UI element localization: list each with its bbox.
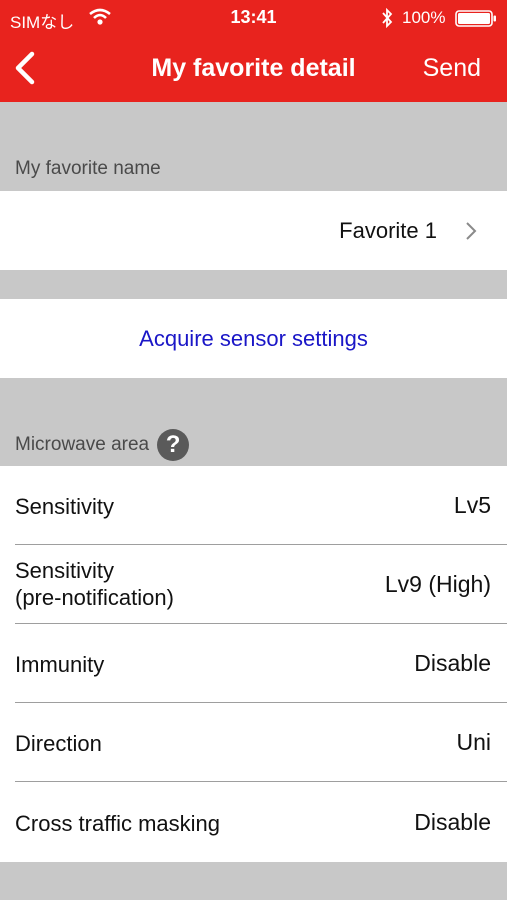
favorite-name-header-label: My favorite name [15,158,161,179]
help-icon[interactable]: ? [157,429,190,461]
microwave-area-text: Microwave area [15,434,150,456]
sensitivity-pre-value: Lv9 (High) [384,571,491,597]
immunity-label: Immunity [15,652,105,677]
battery-percent: 100% [402,8,446,27]
section-gap [0,270,507,299]
acquire-sensor-settings-link[interactable]: Acquire sensor settings [0,326,507,352]
direction-label: Direction [15,731,102,756]
immunity-row[interactable]: Immunity Disable [0,624,507,703]
microwave-area-label: Microwave area? [15,429,190,461]
immunity-value: Disable [414,650,491,676]
cross-traffic-masking-value: Disable [414,809,491,835]
navigation-bar: My favorite detail Send [0,36,507,102]
sensitivity-pre-notification-row[interactable]: Sensitivity (pre-notification) Lv9 (High… [0,545,507,624]
top-bar: SIMなし 13:41 100% My favorite detail Send [0,0,507,102]
sensitivity-value: Lv5 [453,492,491,518]
direction-value: Uni [456,729,491,755]
cross-traffic-masking-label: Cross traffic masking [15,811,220,836]
acquire-settings-cell[interactable]: Acquire sensor settings [0,299,507,378]
status-bar: SIMなし 13:41 100% [0,0,507,36]
favorite-name-value: Favorite 1 [339,218,437,243]
send-button[interactable]: Send [423,54,481,83]
microwave-area-header: Microwave area? [0,378,507,466]
sensitivity-pre-label: Sensitivity [15,558,115,583]
bottom-group-gap [0,862,507,900]
microwave-settings-list: Sensitivity Lv5 Sensitivity (pre-notific… [0,466,507,862]
cross-traffic-masking-row[interactable]: Cross traffic masking Disable [0,782,507,862]
sensitivity-pre-label-sub: (pre-notification) [15,585,174,610]
direction-row[interactable]: Direction Uni [0,703,507,782]
battery-icon [455,10,496,27]
favorite-detail-screen: SIMなし 13:41 100% My favorite detail Send… [0,0,507,900]
favorite-name-header: My favorite name [0,102,507,191]
sensitivity-label: Sensitivity [15,494,115,519]
favorite-name-cell[interactable]: Favorite 1 [0,191,507,270]
sensitivity-row[interactable]: Sensitivity Lv5 [0,466,507,545]
chevron-right-icon [466,222,477,240]
bluetooth-icon [382,8,393,28]
